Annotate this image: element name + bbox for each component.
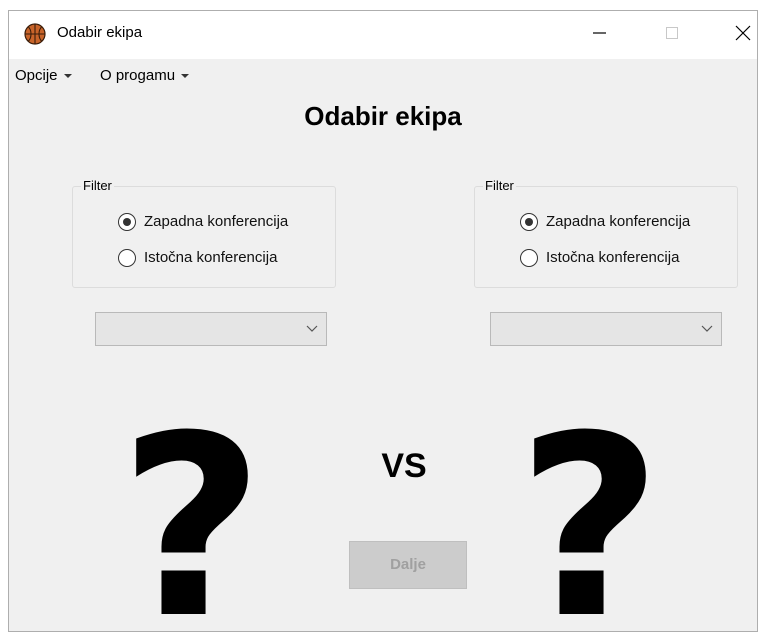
versus-label: VS: [381, 447, 427, 485]
next-button[interactable]: Dalje: [349, 541, 467, 589]
chevron-down-icon: [701, 325, 713, 332]
left-filter-label: Filter: [81, 178, 114, 193]
maximize-button[interactable]: [649, 11, 695, 55]
minimize-icon: [593, 32, 606, 34]
dropdown-arrow-icon: [63, 74, 72, 79]
chevron-down-icon: [306, 325, 318, 332]
radio-checked-icon[interactable]: [520, 213, 538, 231]
menu-opcije-label: Opcije: [15, 67, 58, 84]
menu-opcije[interactable]: Opcije: [15, 67, 72, 84]
radio-unchecked-icon[interactable]: [118, 249, 136, 267]
right-filter-label: Filter: [483, 178, 516, 193]
left-team-placeholder-question-mark: ?: [119, 382, 265, 632]
left-radio-western-label: Zapadna konferencija: [144, 213, 289, 230]
right-team-select[interactable]: [490, 312, 722, 346]
right-team-placeholder-question-mark: ?: [517, 382, 663, 632]
left-radio-eastern-label: Istočna konferencija: [144, 249, 278, 266]
minimize-button[interactable]: [576, 11, 622, 55]
title-bar[interactable]: Odabir ekipa: [9, 11, 757, 59]
menu-o-progamu-label: O progamu: [100, 67, 176, 84]
left-team-select[interactable]: [95, 312, 327, 346]
close-icon: [735, 25, 751, 41]
close-button[interactable]: [720, 11, 757, 55]
window-title: Odabir ekipa: [57, 24, 143, 41]
right-radio-western-label: Zapadna konferencija: [546, 213, 691, 230]
menu-bar: Opcije O progamu: [9, 59, 757, 89]
menu-o-progamu[interactable]: O progamu: [100, 67, 190, 84]
left-filter-group: Filter Zapadna konferencija Istočna konf…: [72, 178, 336, 288]
radio-checked-icon[interactable]: [118, 213, 136, 231]
radio-unchecked-icon[interactable]: [520, 249, 538, 267]
dropdown-arrow-icon: [181, 74, 190, 79]
maximize-icon: [666, 27, 678, 39]
basketball-icon: [24, 23, 46, 45]
app-window: Odabir ekipa Opcije O progamu Odabir eki…: [8, 10, 758, 632]
page-title: Odabir ekipa: [304, 101, 462, 131]
right-filter-group: Filter Zapadna konferencija Istočna konf…: [474, 178, 738, 288]
right-radio-eastern-label: Istočna konferencija: [546, 249, 680, 266]
